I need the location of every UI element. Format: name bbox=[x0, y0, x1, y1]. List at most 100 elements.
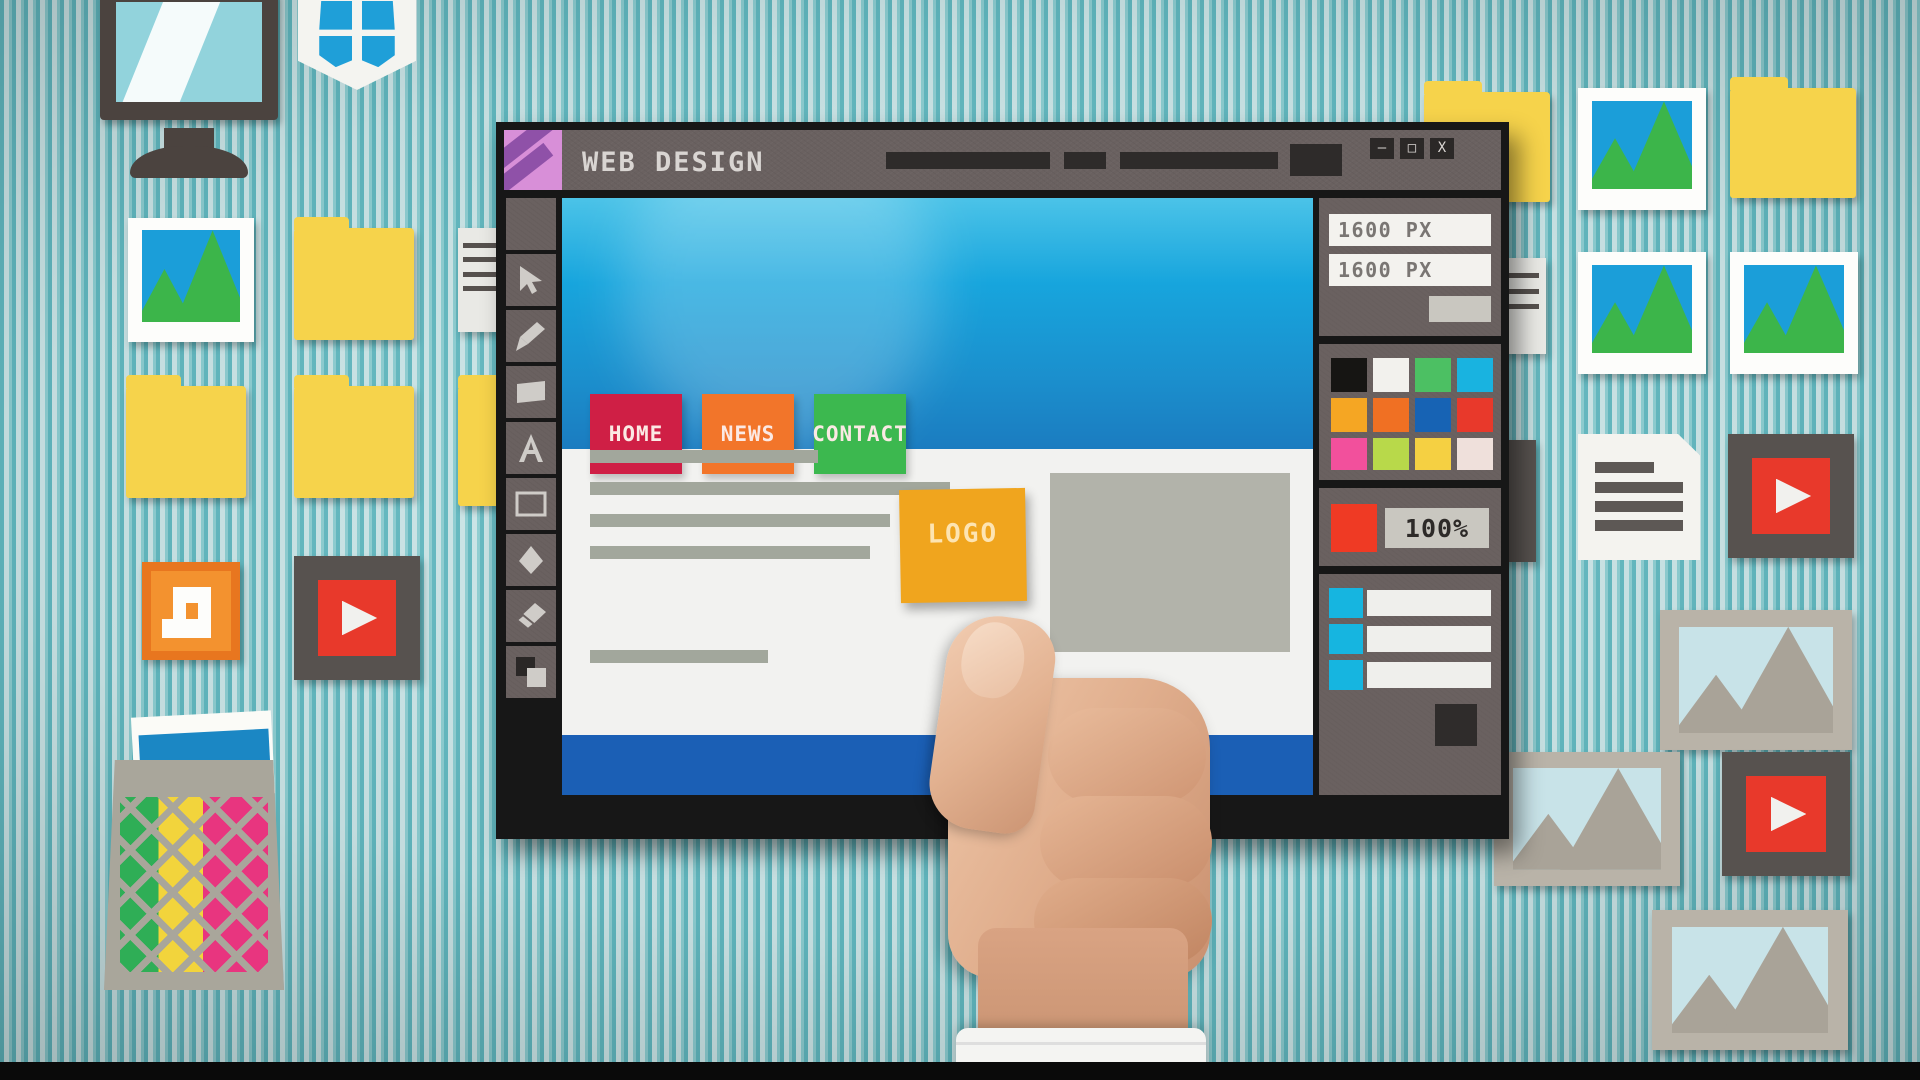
swatch-white[interactable] bbox=[1373, 358, 1409, 392]
text-line bbox=[590, 482, 950, 495]
shield-quadrant-1 bbox=[319, 0, 353, 30]
trash-bin-mesh bbox=[120, 796, 268, 972]
monitor-icon[interactable] bbox=[100, 0, 278, 178]
tool-brush[interactable] bbox=[506, 310, 556, 362]
tool-text[interactable] bbox=[506, 422, 556, 474]
eraser-icon bbox=[515, 603, 546, 630]
trash-bin-body bbox=[104, 760, 284, 990]
video-file-icon[interactable] bbox=[1722, 752, 1850, 876]
nav-button-contact[interactable]: CONTACT bbox=[812, 394, 907, 474]
image-file-icon[interactable] bbox=[128, 218, 254, 342]
tool-rectangle[interactable] bbox=[506, 478, 556, 530]
menu-slot-1[interactable] bbox=[886, 152, 1050, 169]
menu-slot-3[interactable] bbox=[1120, 152, 1278, 169]
layer-thumbnail[interactable] bbox=[1329, 588, 1363, 618]
folder-icon[interactable] bbox=[294, 215, 414, 340]
page-line bbox=[1504, 273, 1539, 279]
menu-slot-4[interactable] bbox=[1290, 144, 1342, 176]
placeholder-thumbnail bbox=[1671, 926, 1829, 1034]
placeholder-image-icon[interactable] bbox=[1660, 610, 1852, 750]
mountain-shape-large bbox=[175, 230, 241, 323]
layers-panel bbox=[1319, 574, 1501, 795]
video-file-icon[interactable] bbox=[294, 556, 420, 680]
image-file-icon[interactable] bbox=[1578, 252, 1706, 374]
paintbrush-icon bbox=[516, 322, 545, 351]
swatch-green[interactable] bbox=[1415, 358, 1451, 392]
folder-tab bbox=[126, 375, 182, 388]
layer-action-block[interactable] bbox=[1435, 704, 1477, 746]
tool-eraser[interactable] bbox=[506, 590, 556, 642]
menu-slot-2[interactable] bbox=[1064, 152, 1106, 169]
page-footer-bar bbox=[562, 735, 1313, 795]
close-button[interactable]: X bbox=[1430, 138, 1454, 159]
folder-tab bbox=[294, 217, 350, 230]
image-thumbnail bbox=[141, 230, 241, 323]
window-title-bar[interactable]: WEB DESIGN – □ X bbox=[504, 130, 1501, 190]
swatch-orange[interactable] bbox=[1373, 398, 1409, 432]
tool-fill-rect[interactable] bbox=[506, 366, 556, 418]
width-field[interactable]: 1600 PX bbox=[1329, 214, 1491, 246]
minimize-button[interactable]: – bbox=[1370, 138, 1394, 159]
image-thumbnail bbox=[1592, 265, 1692, 354]
swatch-cyan[interactable] bbox=[1457, 358, 1493, 392]
video-file-icon[interactable] bbox=[1728, 434, 1854, 558]
layer-name-bar[interactable] bbox=[1367, 662, 1491, 688]
trash-mesh-grid bbox=[120, 796, 268, 972]
folder-icon[interactable] bbox=[1730, 75, 1856, 198]
folder-icon[interactable] bbox=[126, 373, 246, 498]
trash-bin-icon[interactable] bbox=[104, 710, 284, 990]
filled-rectangle-icon bbox=[517, 381, 545, 403]
image-file-icon[interactable] bbox=[1730, 252, 1858, 374]
foreground-color-swatch[interactable] bbox=[1331, 504, 1377, 552]
tool-palette bbox=[504, 198, 558, 795]
mountain-shape-large bbox=[1560, 768, 1662, 870]
folder-icon[interactable] bbox=[294, 373, 414, 498]
layer-thumbnail[interactable] bbox=[1329, 660, 1363, 690]
folder-tab bbox=[294, 375, 350, 388]
tool-layers-swap[interactable] bbox=[506, 646, 556, 698]
layer-thumbnail[interactable] bbox=[1329, 624, 1363, 654]
placeholder-image-icon[interactable] bbox=[1494, 752, 1680, 886]
shield-quadrant-2 bbox=[361, 0, 395, 30]
swatch-blue[interactable] bbox=[1415, 398, 1451, 432]
maximize-button[interactable]: □ bbox=[1400, 138, 1424, 159]
height-field[interactable]: 1600 PX bbox=[1329, 254, 1491, 286]
document-line bbox=[1595, 481, 1683, 493]
text-a-icon bbox=[519, 434, 543, 462]
logo-tile[interactable]: LOGO bbox=[899, 487, 1027, 604]
swatch-black[interactable] bbox=[1331, 358, 1367, 392]
swatch-red[interactable] bbox=[1457, 398, 1493, 432]
mountain-shape-large bbox=[1721, 926, 1829, 1034]
apply-size-button[interactable] bbox=[1429, 296, 1491, 322]
screen-glare-icon bbox=[116, 1, 222, 102]
rectangle-outline-icon bbox=[515, 491, 547, 517]
tool-blank[interactable] bbox=[506, 198, 556, 250]
folder-tab bbox=[1424, 81, 1482, 94]
size-panel: 1600 PX 1600 PX bbox=[1319, 198, 1501, 336]
swatch-lime[interactable] bbox=[1373, 438, 1409, 470]
folder-tab bbox=[1730, 77, 1788, 90]
image-file-icon[interactable] bbox=[1578, 88, 1706, 210]
page-line bbox=[1504, 304, 1539, 310]
web-design-app-window[interactable]: WEB DESIGN – □ X HOME NEWS CONTACT 1600 … bbox=[496, 122, 1509, 839]
music-file-icon[interactable] bbox=[142, 562, 240, 660]
swatch-yellow[interactable] bbox=[1415, 438, 1451, 470]
placeholder-image-icon[interactable] bbox=[1652, 910, 1848, 1050]
mountain-shape-large bbox=[1778, 265, 1844, 354]
content-image-placeholder[interactable] bbox=[1050, 472, 1291, 652]
tool-shape[interactable] bbox=[506, 534, 556, 586]
image-thumbnail bbox=[1592, 101, 1692, 190]
document-file-icon[interactable] bbox=[1578, 434, 1700, 560]
swatch-offwhite[interactable] bbox=[1457, 438, 1493, 470]
zoom-level-field[interactable]: 100% bbox=[1385, 508, 1489, 548]
layer-name-bar[interactable] bbox=[1367, 626, 1491, 652]
text-line bbox=[590, 546, 870, 559]
app-logo-icon[interactable] bbox=[504, 130, 562, 190]
swatch-pink[interactable] bbox=[1331, 438, 1367, 470]
tool-select[interactable] bbox=[506, 254, 556, 306]
cursor-arrow-icon bbox=[520, 266, 542, 294]
document-line bbox=[1595, 519, 1683, 531]
swatch-amber[interactable] bbox=[1331, 398, 1367, 432]
layer-name-bar[interactable] bbox=[1367, 590, 1491, 616]
diamond-icon bbox=[519, 546, 543, 574]
